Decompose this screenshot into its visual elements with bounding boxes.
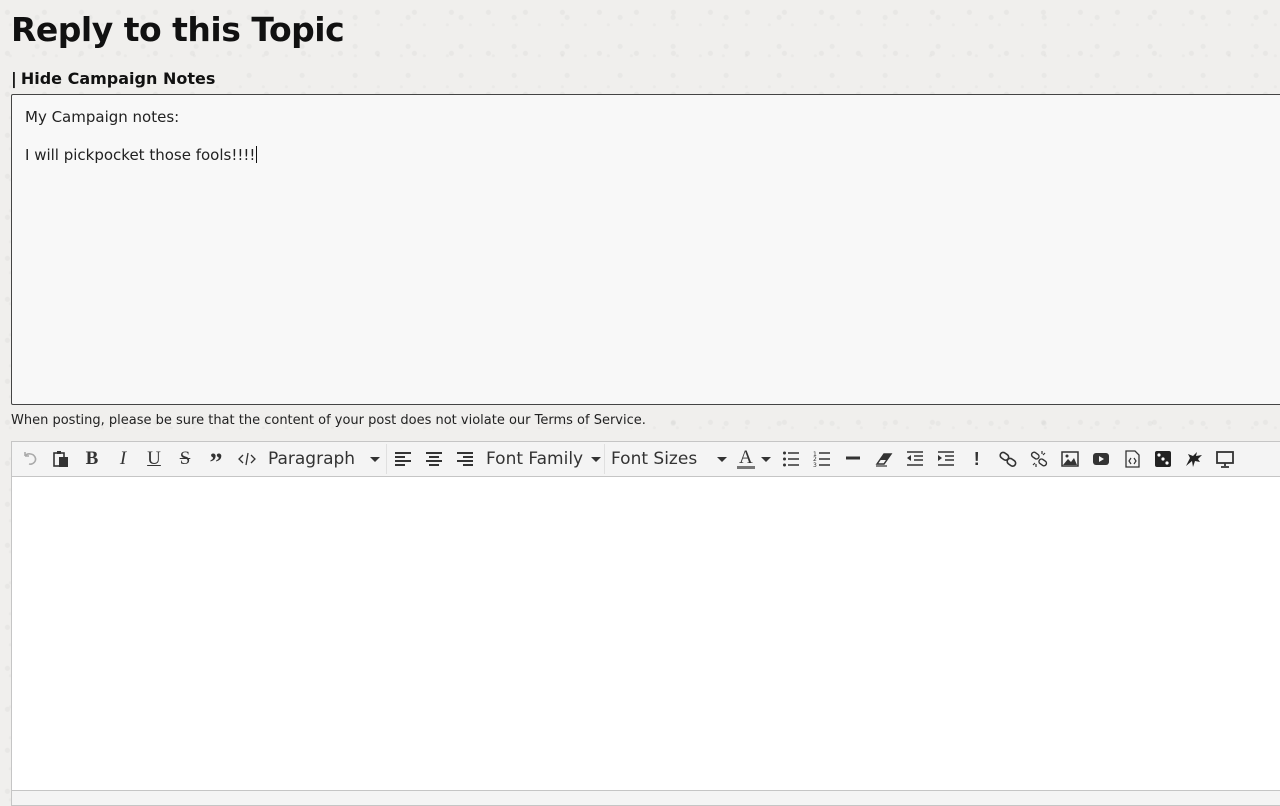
quote-icon[interactable]: ” [202,442,230,476]
paste-icon[interactable] [47,445,75,473]
clear-format-icon[interactable] [870,445,898,473]
notes-line-2: I will pickpocket those fools!!!! [25,145,1272,166]
chevron-down-icon [717,456,727,462]
svg-text:3: 3 [813,462,817,468]
font-sizes-select[interactable]: Font Sizes [607,445,731,473]
font-family-select-value: Font Family [486,449,584,469]
font-color-button[interactable]: A [731,447,777,469]
video-icon[interactable] [1087,445,1115,473]
dragon-icon[interactable] [1180,445,1208,473]
campaign-notes-textarea[interactable]: My Campaign notes: I will pickpocket tho… [11,94,1280,405]
toolbar-divider [604,444,605,474]
align-left-icon[interactable] [389,445,417,473]
editor-content-area[interactable] [12,477,1280,790]
code-icon[interactable] [233,445,261,473]
indent-icon[interactable] [932,445,960,473]
link-icon[interactable] [994,445,1022,473]
outdent-icon[interactable] [901,445,929,473]
hide-campaign-notes-link[interactable]: Hide Campaign Notes [21,69,216,88]
chevron-down-icon [760,456,771,462]
numbered-list-icon[interactable]: 123 [808,445,836,473]
bullet-list-icon[interactable] [777,445,805,473]
editor-statusbar [12,790,1280,805]
separator: | [11,69,17,88]
dice-icon[interactable] [1149,445,1177,473]
bold-icon[interactable]: B [78,445,106,473]
format-select[interactable]: Paragraph [264,445,384,473]
font-color-icon: A [737,447,755,469]
terms-of-service-notice: When posting, please be sure that the co… [11,413,646,428]
preview-icon[interactable] [1211,445,1239,473]
italic-icon[interactable]: I [109,445,137,473]
page-title: Reply to this Topic [11,10,345,49]
strikethrough-icon[interactable]: S [171,445,199,473]
align-center-icon[interactable] [420,445,448,473]
horizontal-rule-icon[interactable] [839,445,867,473]
chevron-down-icon [370,456,380,462]
notes-line-1: My Campaign notes: [25,108,180,126]
embed-code-icon[interactable] [1118,445,1146,473]
unlink-icon[interactable] [1025,445,1053,473]
underline-icon[interactable]: U [140,445,168,473]
editor-toolbar: B I U S ” Paragraph Font Family Font Siz… [12,442,1280,477]
campaign-notes-toggle-row: | Hide Campaign Notes [11,69,215,88]
text-caret [256,145,258,163]
spoiler-icon[interactable]: ! [963,445,991,473]
chevron-down-icon [591,456,602,462]
toolbar-divider [386,444,387,474]
font-family-select[interactable]: Font Family [482,445,602,473]
format-select-value: Paragraph [268,449,356,469]
font-sizes-select-value: Font Sizes [611,449,698,469]
image-icon[interactable] [1056,445,1084,473]
align-right-icon[interactable] [451,445,479,473]
undo-icon[interactable] [16,445,44,473]
rich-text-editor: B I U S ” Paragraph Font Family Font Siz… [11,441,1280,806]
notes-line-2-text: I will pickpocket those fools!!!! [25,145,256,164]
